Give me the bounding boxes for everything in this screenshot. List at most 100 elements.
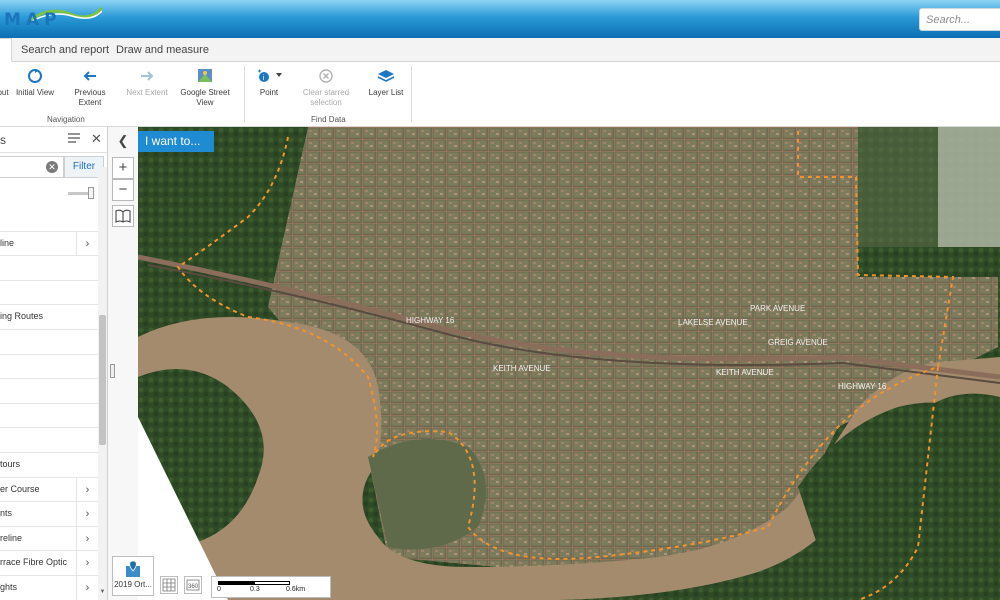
map-view[interactable]: HIGHWAY 16 LAKELSE AVENUE GREIG AVENUE K… — [138, 127, 1000, 600]
chevron-right-icon[interactable]: › — [76, 477, 98, 502]
global-search-input[interactable] — [920, 9, 1000, 30]
splitter-handle[interactable] — [110, 364, 115, 378]
scale-segment — [254, 581, 290, 585]
layers-panel: s ✕ ✕ Filter line › ing Routes tours er Cour… — [0, 127, 108, 600]
google-street-view-button[interactable]: Google Street View — [178, 68, 232, 108]
zoom-out-button[interactable]: out — [0, 68, 10, 98]
scroll-down-icon[interactable]: ▼ — [98, 589, 107, 599]
grid-map-icon — [162, 578, 176, 592]
layer-row[interactable]: nts › — [0, 502, 98, 527]
panel-header: s ✕ — [0, 127, 107, 153]
layer-list: line › ing Routes tours er Course › nts › reline… — [0, 207, 98, 600]
panel-scrollbar[interactable]: ▼ — [98, 167, 107, 600]
layer-label: tours — [0, 458, 21, 469]
zoom-in-button[interactable]: + — [112, 157, 134, 179]
navigation-group-label: Navigation — [47, 115, 85, 124]
point-select-button[interactable]: i Point — [252, 68, 286, 98]
layer-label: nts — [0, 508, 13, 519]
scale-label: 0 — [217, 586, 221, 593]
opacity-slider[interactable] — [68, 187, 94, 199]
initial-view-button[interactable]: Initial View — [14, 68, 56, 98]
next-extent-button[interactable]: Next Extent — [125, 68, 169, 98]
street-view-360-button[interactable]: 360 — [184, 576, 202, 594]
layer-row[interactable] — [0, 355, 98, 380]
chevron-right-icon[interactable]: › — [76, 502, 98, 527]
arrow-right-icon — [141, 71, 154, 81]
tab-draw-and-measure[interactable]: Draw and measure — [106, 38, 219, 62]
street-label: HIGHWAY 16 — [838, 382, 887, 391]
layer-label: reline — [0, 532, 23, 543]
overview-map-button[interactable] — [160, 576, 178, 594]
layer-row[interactable] — [0, 256, 98, 281]
street-label: KEITH AVENUE — [716, 368, 774, 377]
street-label: PARK AVENUE — [750, 304, 805, 313]
close-icon[interactable]: ✕ — [91, 131, 102, 147]
street-label: GREIG AVENUE — [768, 338, 828, 347]
point-info-icon: i — [258, 69, 282, 82]
list-menu-icon[interactable] — [68, 133, 80, 143]
scale-label: 0.6km — [286, 586, 306, 593]
chevron-left-icon[interactable]: ❮ — [114, 132, 132, 150]
chevron-right-icon[interactable]: › — [76, 575, 98, 600]
app-logo[interactable]: MAP — [0, 0, 102, 38]
layer-row[interactable]: er Course › — [0, 477, 98, 503]
scale-label: 0.3 — [250, 586, 260, 593]
clear-icon — [319, 69, 333, 83]
ribbon-tabbar: Search and report Draw and measure — [0, 38, 1000, 62]
arrow-left-icon — [83, 71, 96, 81]
clear-starred-selection-button[interactable]: Clear starred selection — [300, 68, 352, 108]
basemap-label: 2019 Ort... — [114, 580, 152, 589]
chevron-right-icon[interactable]: › — [76, 526, 98, 551]
layer-filter: ✕ Filter — [0, 156, 107, 180]
layer-row[interactable] — [0, 404, 98, 429]
chevron-right-icon[interactable]: › — [76, 551, 98, 576]
layer-row[interactable]: tours — [0, 453, 98, 478]
group-separator — [244, 66, 245, 122]
tab-search-and-report[interactable]: Search and report — [11, 38, 119, 62]
view-360-icon: 360 — [186, 579, 200, 591]
layer-row[interactable] — [0, 207, 98, 232]
layer-label: er Course — [0, 483, 40, 494]
logo-text: MAP — [4, 10, 62, 30]
aerial-imagery: HIGHWAY 16 LAKELSE AVENUE GREIG AVENUE K… — [138, 127, 1000, 600]
layer-row[interactable] — [0, 281, 98, 306]
layer-row[interactable]: reline › — [0, 526, 98, 552]
layers-icon — [377, 70, 395, 82]
google-street-view-label: Google Street View — [180, 88, 230, 107]
global-search[interactable] — [919, 8, 1000, 31]
slider-thumb[interactable] — [88, 187, 94, 199]
layer-row[interactable]: rrace Fibre Optic › — [0, 551, 98, 576]
initial-view-icon — [28, 69, 42, 83]
clear-filter-icon[interactable]: ✕ — [46, 161, 58, 173]
zoom-out-map-button[interactable]: − — [112, 179, 134, 201]
i-want-to-button[interactable]: I want to... — [138, 131, 214, 152]
map-pin-icon — [126, 560, 140, 577]
layer-row[interactable] — [0, 379, 98, 404]
basemap-switcher[interactable]: 2019 Ort... — [112, 556, 154, 596]
previous-extent-button[interactable]: Previous Extent — [62, 68, 118, 108]
chevron-right-icon[interactable]: › — [76, 231, 98, 256]
street-view-icon — [198, 69, 212, 82]
layer-list-button[interactable]: Layer List — [366, 68, 406, 98]
layer-row[interactable]: ing Routes — [0, 305, 98, 330]
layer-label: ing Routes — [0, 311, 44, 322]
layer-row[interactable] — [0, 428, 98, 453]
street-label: KEITH AVENUE — [493, 364, 551, 373]
previous-extent-label: Previous Extent — [74, 88, 106, 107]
next-extent-label: Next Extent — [126, 88, 168, 97]
zoom-out-label: out — [0, 88, 9, 97]
book-icon — [115, 209, 131, 223]
scrollbar-thumb[interactable] — [99, 315, 106, 445]
find-data-group-label: Find Data — [311, 115, 346, 124]
bookmarks-button[interactable] — [112, 205, 134, 227]
layer-label: line — [0, 237, 15, 248]
layer-row[interactable]: ghts › — [0, 575, 98, 600]
panel-title: s — [0, 133, 6, 147]
layer-row[interactable]: line › — [0, 231, 98, 257]
scale-bar: 0 0.3 0.6km — [211, 576, 331, 598]
layer-row[interactable] — [0, 330, 98, 355]
layer-label: ghts — [0, 581, 18, 592]
ribbon-toolbar: out Initial View Previous Extent Next Ex… — [0, 62, 1000, 127]
point-label: Point — [259, 88, 279, 97]
scale-segment — [218, 581, 254, 585]
